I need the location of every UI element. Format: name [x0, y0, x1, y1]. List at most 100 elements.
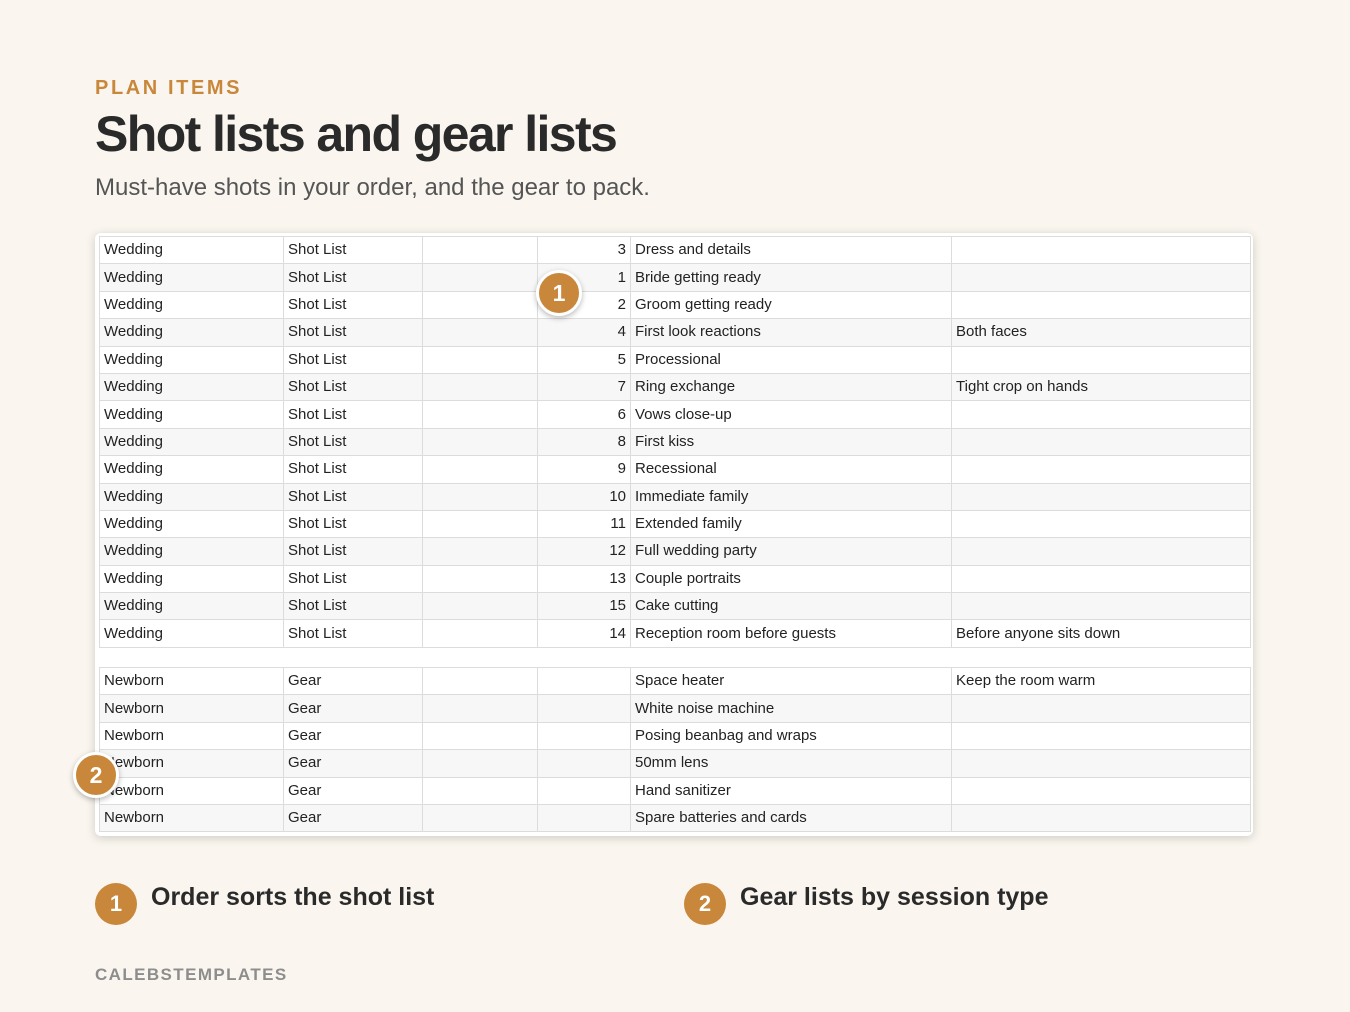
- note-cell[interactable]: [951, 235, 1251, 265]
- type-cell[interactable]: Gear: [283, 803, 423, 833]
- note-cell[interactable]: [951, 400, 1251, 429]
- empty-cell[interactable]: [422, 263, 538, 292]
- session-cell[interactable]: Wedding: [99, 592, 284, 621]
- item-cell[interactable]: Space heater: [630, 666, 952, 696]
- order-cell[interactable]: 8: [537, 427, 631, 457]
- session-cell[interactable]: Wedding: [99, 482, 284, 511]
- empty-cell[interactable]: [422, 345, 538, 374]
- note-cell[interactable]: [951, 427, 1251, 457]
- empty-cell[interactable]: [422, 564, 538, 594]
- order-cell[interactable]: 10: [537, 482, 631, 511]
- session-cell[interactable]: Wedding: [99, 235, 284, 265]
- order-cell[interactable]: [537, 694, 631, 723]
- item-cell[interactable]: Ring exchange: [630, 372, 952, 402]
- empty-cell[interactable]: [422, 803, 538, 833]
- item-cell[interactable]: Processional: [630, 345, 952, 374]
- empty-cell[interactable]: [422, 666, 538, 696]
- session-cell[interactable]: Newborn: [99, 666, 284, 696]
- empty-cell[interactable]: [422, 509, 538, 539]
- session-cell[interactable]: Wedding: [99, 427, 284, 457]
- session-cell[interactable]: Wedding: [99, 372, 284, 402]
- note-cell[interactable]: [951, 455, 1251, 484]
- session-cell[interactable]: Newborn: [99, 749, 284, 778]
- note-cell[interactable]: [951, 564, 1251, 594]
- type-cell[interactable]: Shot List: [283, 345, 423, 374]
- order-cell[interactable]: 12: [537, 537, 631, 566]
- item-cell[interactable]: First look reactions: [630, 318, 952, 347]
- empty-cell[interactable]: [422, 372, 538, 402]
- session-cell[interactable]: Newborn: [99, 803, 284, 833]
- empty-cell[interactable]: [422, 749, 538, 778]
- note-cell[interactable]: [951, 345, 1251, 374]
- order-cell[interactable]: 15: [537, 592, 631, 621]
- order-cell[interactable]: 14: [537, 619, 631, 648]
- type-cell[interactable]: Gear: [283, 749, 423, 778]
- note-cell[interactable]: [951, 537, 1251, 566]
- type-cell[interactable]: Shot List: [283, 263, 423, 292]
- session-cell[interactable]: Wedding: [99, 263, 284, 292]
- item-cell[interactable]: Dress and details: [630, 235, 952, 265]
- session-cell[interactable]: Wedding: [99, 318, 284, 347]
- type-cell[interactable]: Shot List: [283, 564, 423, 594]
- session-cell[interactable]: Wedding: [99, 455, 284, 484]
- item-cell[interactable]: Extended family: [630, 509, 952, 539]
- note-cell[interactable]: [951, 721, 1251, 751]
- session-cell[interactable]: Wedding: [99, 509, 284, 539]
- note-cell[interactable]: [951, 482, 1251, 511]
- type-cell[interactable]: Gear: [283, 721, 423, 751]
- order-cell[interactable]: 13: [537, 564, 631, 594]
- item-cell[interactable]: Full wedding party: [630, 537, 952, 566]
- note-cell[interactable]: [951, 749, 1251, 778]
- session-cell[interactable]: Newborn: [99, 776, 284, 805]
- session-cell[interactable]: Newborn: [99, 694, 284, 723]
- note-cell[interactable]: [951, 776, 1251, 805]
- type-cell[interactable]: Shot List: [283, 455, 423, 484]
- empty-cell[interactable]: [422, 537, 538, 566]
- item-cell[interactable]: White noise machine: [630, 694, 952, 723]
- note-cell[interactable]: [951, 592, 1251, 621]
- note-cell[interactable]: Both faces: [951, 318, 1251, 347]
- item-cell[interactable]: 50mm lens: [630, 749, 952, 778]
- note-cell[interactable]: Tight crop on hands: [951, 372, 1251, 402]
- session-cell[interactable]: Wedding: [99, 619, 284, 648]
- order-cell[interactable]: [537, 666, 631, 696]
- empty-cell[interactable]: [422, 455, 538, 484]
- session-cell[interactable]: Wedding: [99, 537, 284, 566]
- note-cell[interactable]: Keep the room warm: [951, 666, 1251, 696]
- item-cell[interactable]: Cake cutting: [630, 592, 952, 621]
- item-cell[interactable]: Posing beanbag and wraps: [630, 721, 952, 751]
- item-cell[interactable]: First kiss: [630, 427, 952, 457]
- item-cell[interactable]: Bride getting ready: [630, 263, 952, 292]
- item-cell[interactable]: Reception room before guests: [630, 619, 952, 648]
- note-cell[interactable]: [951, 263, 1251, 292]
- type-cell[interactable]: Gear: [283, 666, 423, 696]
- session-cell[interactable]: Wedding: [99, 564, 284, 594]
- type-cell[interactable]: Shot List: [283, 290, 423, 320]
- empty-cell[interactable]: [422, 482, 538, 511]
- empty-cell[interactable]: [422, 400, 538, 429]
- order-cell[interactable]: [537, 776, 631, 805]
- item-cell[interactable]: Groom getting ready: [630, 290, 952, 320]
- empty-cell[interactable]: [422, 427, 538, 457]
- type-cell[interactable]: Shot List: [283, 427, 423, 457]
- order-cell[interactable]: 9: [537, 455, 631, 484]
- item-cell[interactable]: Couple portraits: [630, 564, 952, 594]
- order-cell[interactable]: 5: [537, 345, 631, 374]
- order-cell[interactable]: 7: [537, 372, 631, 402]
- empty-cell[interactable]: [422, 592, 538, 621]
- type-cell[interactable]: Shot List: [283, 482, 423, 511]
- order-cell[interactable]: 4: [537, 318, 631, 347]
- note-cell[interactable]: [951, 803, 1251, 833]
- type-cell[interactable]: Shot List: [283, 537, 423, 566]
- session-cell[interactable]: Newborn: [99, 721, 284, 751]
- note-cell[interactable]: Before anyone sits down: [951, 619, 1251, 648]
- empty-cell[interactable]: [422, 694, 538, 723]
- type-cell[interactable]: Shot List: [283, 619, 423, 648]
- empty-cell[interactable]: [422, 318, 538, 347]
- type-cell[interactable]: Gear: [283, 694, 423, 723]
- order-cell[interactable]: [537, 803, 631, 833]
- order-cell[interactable]: [537, 749, 631, 778]
- type-cell[interactable]: Shot List: [283, 372, 423, 402]
- note-cell[interactable]: [951, 694, 1251, 723]
- empty-cell[interactable]: [422, 290, 538, 320]
